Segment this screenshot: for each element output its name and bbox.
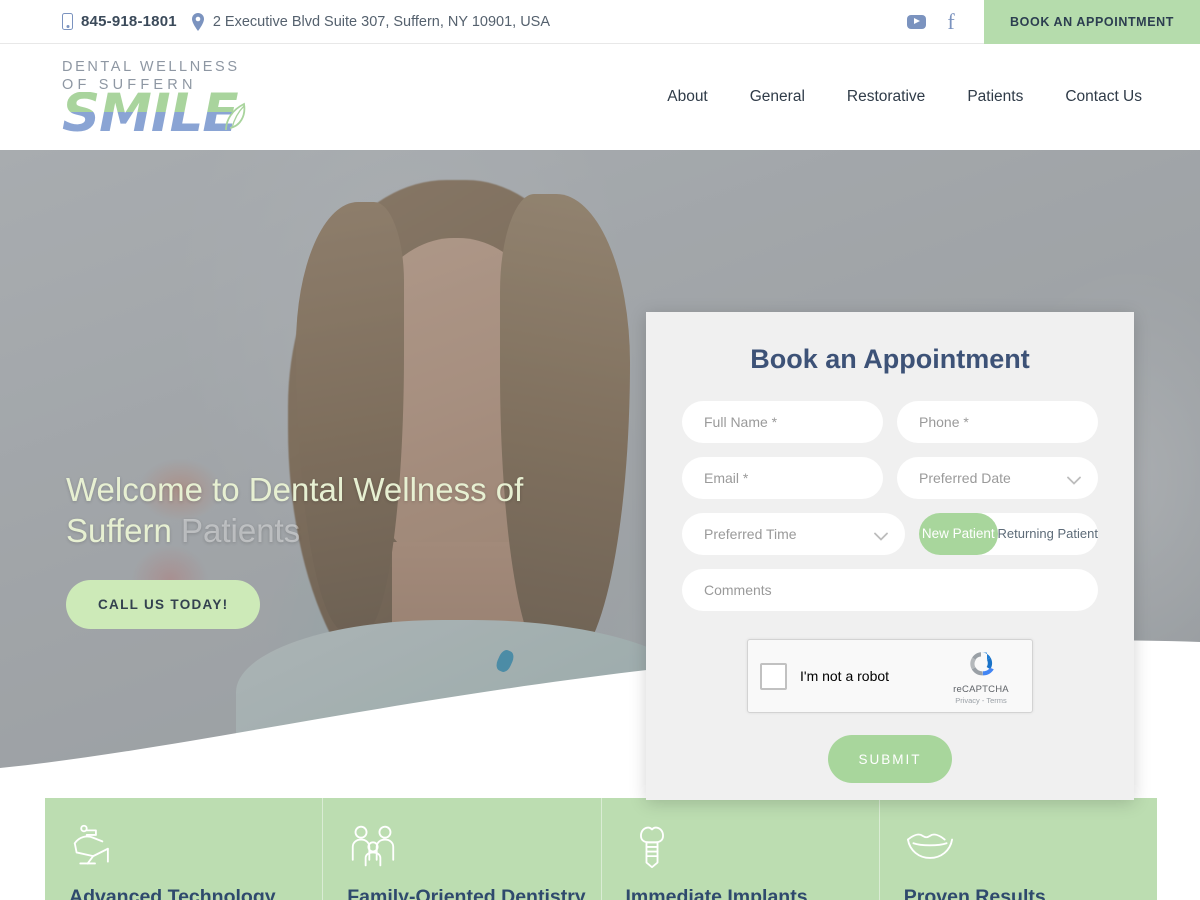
recaptcha-brand: reCAPTCHA xyxy=(953,683,1009,695)
feature-title: Proven Results xyxy=(903,886,1046,900)
smile-lips-icon xyxy=(904,833,956,873)
dental-implant-icon xyxy=(626,826,678,873)
address-text: 2 Executive Blvd Suite 307, Suffern, NY … xyxy=(212,13,551,30)
hero-title: Welcome to Dental Wellness of Suffern Pa… xyxy=(66,470,586,552)
map-pin-icon xyxy=(191,12,205,31)
main-navigation: About General Restorative Patients Conta… xyxy=(667,88,1142,106)
top-bar-contact-group: 845-918-1801 2 Executive Blvd Suite 307,… xyxy=(62,12,551,31)
feature-title: Advanced Technology xyxy=(69,886,276,900)
phone-contact[interactable]: 845-918-1801 xyxy=(62,13,177,30)
feature-card-advanced-technology[interactable]: Advanced Technology xyxy=(45,798,324,900)
checkbox-unchecked-icon[interactable] xyxy=(760,662,787,690)
nav-item-patients[interactable]: Patients xyxy=(967,88,1023,106)
returning-patient-line-2: Patient xyxy=(1057,525,1098,541)
form-row-1: Full Name * Phone * xyxy=(682,401,1098,443)
preferred-time-label: Preferred Time xyxy=(704,526,797,542)
submit-button[interactable]: SUBMIT xyxy=(828,735,952,783)
form-row-3: Preferred Time New Patient Returning Pat… xyxy=(682,513,1098,555)
patient-type-toggle: New Patient Returning Patient xyxy=(919,513,1098,555)
nav-item-about[interactable]: About xyxy=(667,88,708,106)
nav-item-general[interactable]: General xyxy=(750,88,805,106)
recaptcha-label: I'm not a robot xyxy=(800,668,890,684)
call-us-today-button[interactable]: CALL US TODAY! xyxy=(66,579,261,629)
book-appointment-button[interactable]: BOOK AN APPOINTMENT xyxy=(984,0,1200,44)
comments-input[interactable]: Comments xyxy=(682,569,1098,611)
nav-item-contact-us[interactable]: Contact Us xyxy=(1065,88,1142,106)
chevron-down-icon xyxy=(874,529,888,541)
hero-content: Welcome to Dental Wellness of Suffern Pa… xyxy=(66,470,586,629)
phone-number: 845-918-1801 xyxy=(81,13,177,30)
returning-patient-line-1: Returning xyxy=(997,525,1054,541)
family-icon xyxy=(347,825,399,873)
returning-patient-option[interactable]: Returning Patient xyxy=(998,513,1098,555)
recaptcha-logo-icon xyxy=(964,648,998,682)
recaptcha-branding: reCAPTCHA Privacy - Terms xyxy=(942,648,1020,705)
leaf-icon xyxy=(222,102,248,139)
appointment-form-panel: Book an Appointment Full Name * Phone * … xyxy=(646,312,1134,800)
phone-input[interactable]: Phone * xyxy=(897,401,1098,443)
page-root: 845-918-1801 2 Executive Blvd Suite 307,… xyxy=(0,0,1200,900)
form-row-2: Email * Preferred Date xyxy=(682,457,1098,499)
feature-card-immediate-implants[interactable]: Immediate Implants xyxy=(601,798,880,900)
social-links: f xyxy=(907,10,960,32)
feature-card-family-oriented-dentistry[interactable]: Family-Oriented Dentistry xyxy=(323,798,602,900)
nav-item-restorative[interactable]: Restorative xyxy=(847,88,925,106)
youtube-icon[interactable] xyxy=(907,14,927,29)
hero-title-ghost: Patients xyxy=(180,511,301,549)
top-bar-right-group: f BOOK AN APPOINTMENT xyxy=(907,0,1200,44)
full-name-input[interactable]: Full Name * xyxy=(682,401,883,443)
facebook-icon[interactable]: f xyxy=(942,10,960,32)
address-contact[interactable]: 2 Executive Blvd Suite 307, Suffern, NY … xyxy=(191,12,551,31)
form-title: Book an Appointment xyxy=(750,344,1030,374)
recaptcha-terms[interactable]: Privacy - Terms xyxy=(942,696,1020,705)
chevron-down-icon xyxy=(1067,473,1081,485)
top-bar: 845-918-1801 2 Executive Blvd Suite 307,… xyxy=(0,0,1200,44)
feature-cards: Advanced Technology Family-Oriented Dent… xyxy=(45,798,1157,900)
new-patient-option[interactable]: New Patient xyxy=(919,513,998,555)
preferred-date-label: Preferred Date xyxy=(919,470,1011,486)
feature-title: Immediate Implants xyxy=(625,886,808,900)
form-row-4: Comments xyxy=(682,569,1098,625)
email-input[interactable]: Email * xyxy=(682,457,883,499)
dental-chair-icon xyxy=(69,824,121,873)
preferred-date-select[interactable]: Preferred Date xyxy=(897,457,1098,499)
feature-title: Family-Oriented Dentistry xyxy=(347,886,586,900)
site-header: DENTAL WELLNESS OF SUFFERN SMILE About G… xyxy=(0,44,1200,150)
preferred-time-select[interactable]: Preferred Time xyxy=(682,513,905,555)
recaptcha-widget: I'm not a robot reCAPTCHA Privacy - Term… xyxy=(747,639,1033,713)
feature-card-proven-results[interactable]: Proven Results xyxy=(879,798,1157,900)
mobile-phone-icon xyxy=(62,13,73,30)
logo-line-1: DENTAL WELLNESS xyxy=(62,59,240,76)
